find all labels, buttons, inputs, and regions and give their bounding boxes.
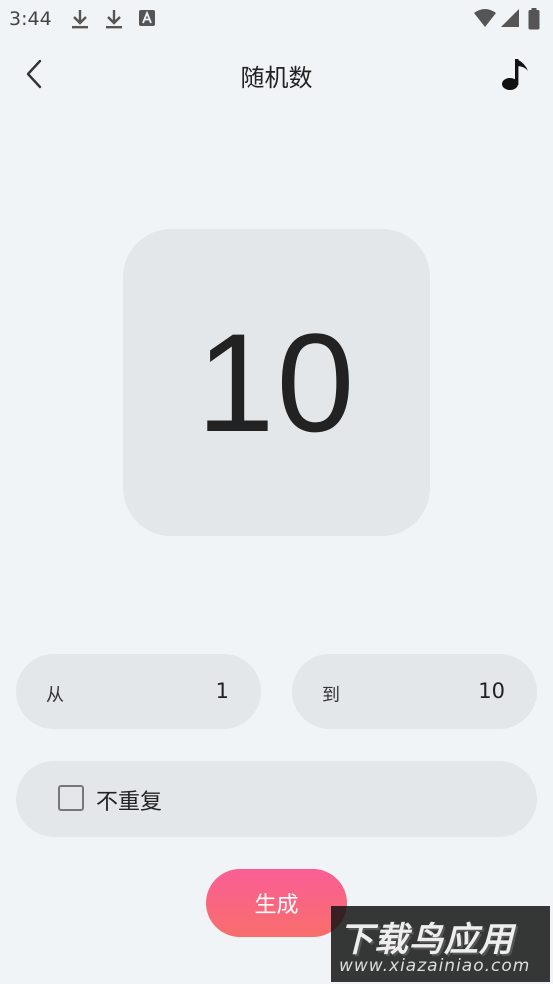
download-icon	[70, 8, 90, 34]
watermark: 下载鸟应用 www.xiazainiao.com	[331, 906, 550, 982]
to-value-input[interactable]: 10	[385, 679, 505, 703]
download-icon	[104, 8, 124, 34]
status-bar: 3:44	[0, 0, 553, 36]
no-repeat-label: 不重复	[96, 790, 163, 815]
to-label: 到	[322, 685, 340, 706]
generate-button[interactable]: 生成	[206, 869, 347, 937]
wifi-icon	[473, 8, 497, 32]
signal-icon	[500, 8, 520, 32]
accessibility-icon	[138, 8, 156, 32]
battery-icon	[528, 8, 540, 34]
no-repeat-option[interactable]: 不重复	[16, 761, 537, 837]
watermark-title: 下载鸟应用	[339, 920, 514, 960]
music-button[interactable]	[496, 56, 536, 96]
to-field[interactable]: 到 10	[292, 654, 537, 729]
result-number: 10	[196, 303, 357, 461]
from-value-input[interactable]: 1	[109, 679, 229, 703]
page-title: 随机数	[240, 64, 313, 92]
watermark-url: www.xiazainiao.com	[339, 956, 531, 976]
from-label: 从	[46, 685, 64, 706]
screen: 3:44 随机数 10 从 1 到 10 不重复 生成 下载鸟应用 www.xi…	[0, 0, 553, 984]
no-repeat-checkbox[interactable]	[58, 785, 84, 811]
result-card: 10	[123, 229, 430, 536]
status-time: 3:44	[9, 8, 52, 30]
from-field[interactable]: 从 1	[16, 654, 261, 729]
music-note-icon	[501, 57, 531, 95]
